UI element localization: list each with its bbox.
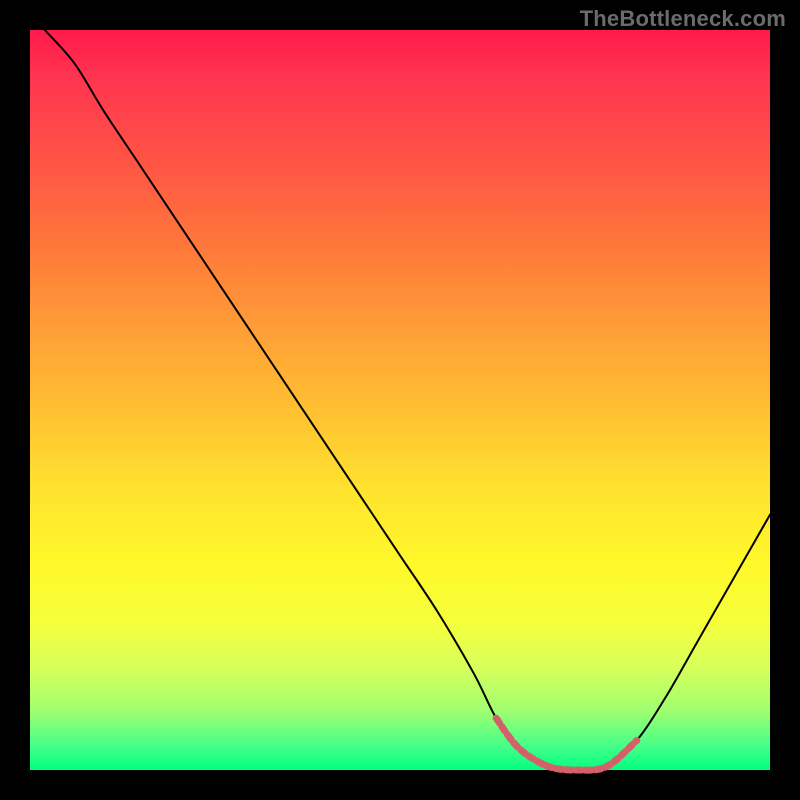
bottleneck-curve — [45, 30, 770, 770]
watermark-text: TheBottleneck.com — [580, 6, 786, 32]
chart-svg — [30, 30, 770, 770]
optimal-range-highlight — [496, 718, 637, 770]
plot-area — [30, 30, 770, 770]
chart-container: TheBottleneck.com — [0, 0, 800, 800]
